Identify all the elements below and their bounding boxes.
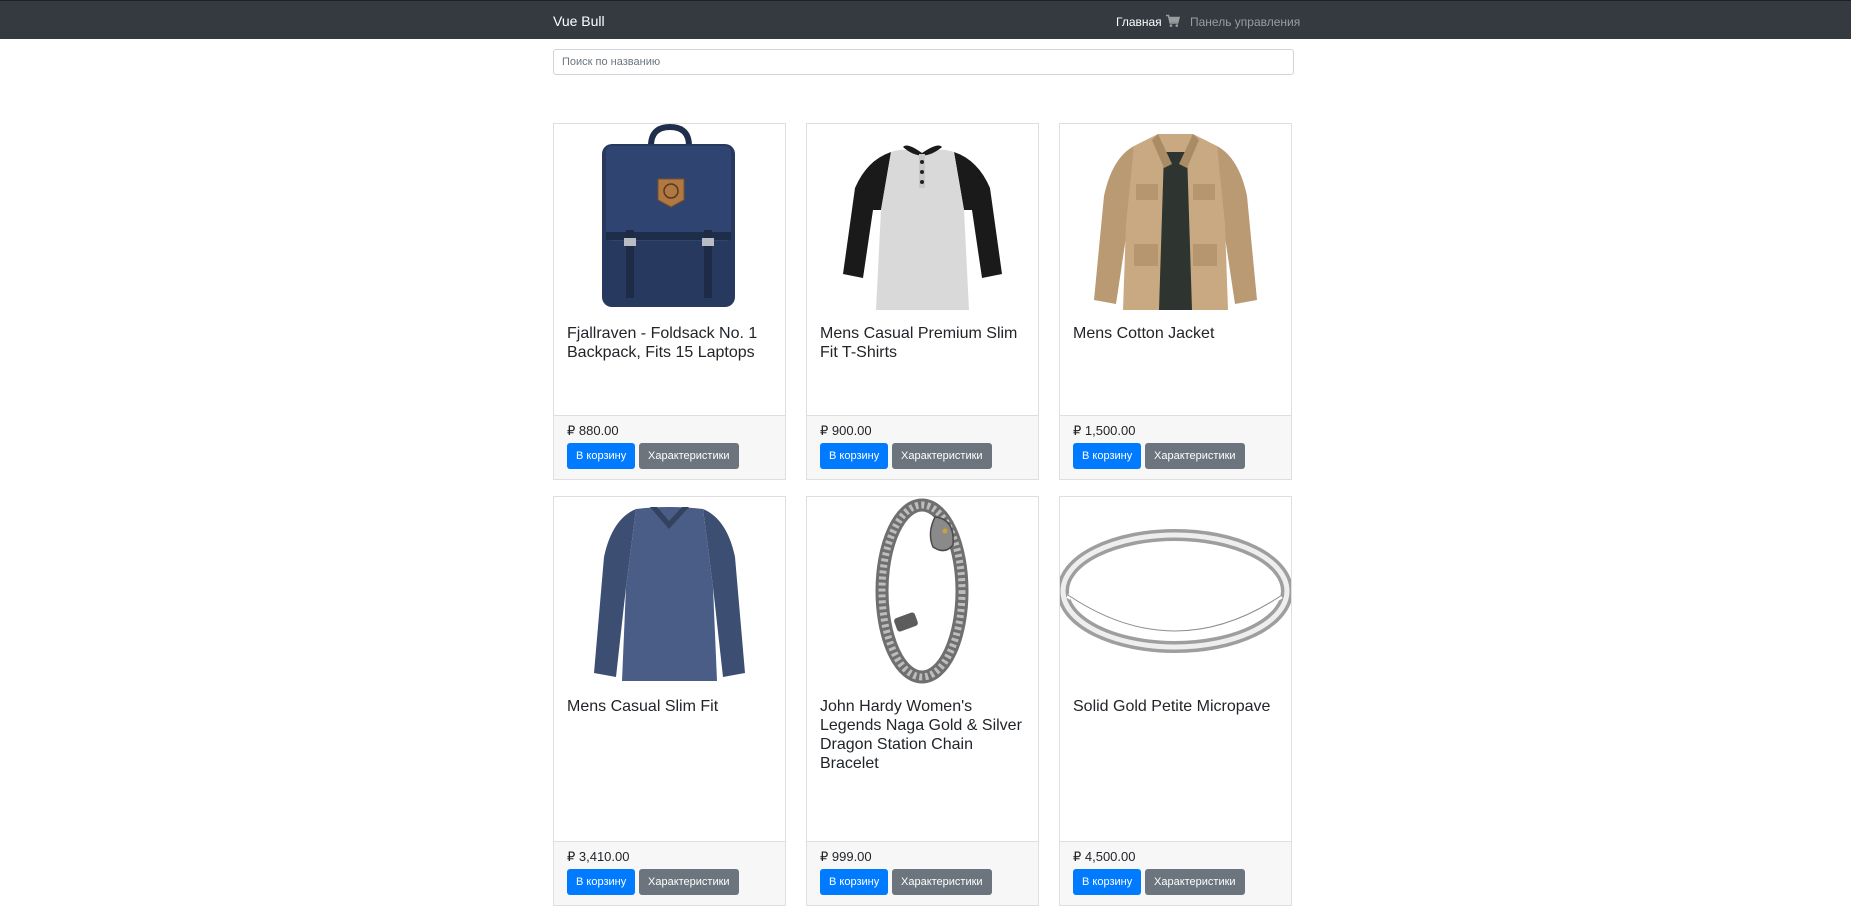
card-footer: ₽ 3,410.00 В корзину Характеристики (554, 841, 785, 905)
product-title[interactable]: Solid Gold Petite Micropave (1073, 697, 1279, 716)
nav-dashboard-link[interactable]: Панель управления (1190, 15, 1300, 29)
brand-link[interactable]: Vue Bull (553, 13, 605, 29)
add-to-cart-button[interactable]: В корзину (567, 443, 636, 469)
nav-home-link[interactable]: Главная (1116, 15, 1162, 29)
product-card: Mens Casual Slim Fit ₽ 3,410.00 В корзин… (553, 496, 786, 906)
card-footer: ₽ 999.00 В корзину Характеристики (807, 841, 1038, 905)
specifications-button[interactable]: Характеристики (892, 443, 992, 469)
add-to-cart-button[interactable]: В корзину (567, 869, 636, 895)
product-image[interactable] (807, 124, 1038, 312)
product-card: Mens Casual Premium Slim Fit T-Shirts ₽ … (806, 123, 1039, 480)
navbar: Vue Bull Главная Панель управления (0, 0, 1851, 39)
product-title[interactable]: John Hardy Women's Legends Naga Gold & S… (820, 697, 1026, 773)
card-footer: ₽ 4,500.00 В корзину Характеристики (1060, 841, 1291, 905)
product-price: ₽ 880.00 (567, 423, 619, 438)
add-to-cart-button[interactable]: В корзину (820, 869, 889, 895)
specifications-button[interactable]: Характеристики (639, 869, 739, 895)
product-card: Solid Gold Petite Micropave ₽ 4,500.00 В… (1059, 496, 1292, 906)
specifications-button[interactable]: Характеристики (1145, 443, 1245, 469)
specifications-button[interactable]: Характеристики (892, 869, 992, 895)
product-card: John Hardy Women's Legends Naga Gold & S… (806, 496, 1039, 906)
product-price: ₽ 4,500.00 (1073, 849, 1136, 864)
product-title[interactable]: Mens Cotton Jacket (1073, 324, 1279, 343)
product-image[interactable] (554, 497, 785, 685)
add-to-cart-button[interactable]: В корзину (820, 443, 889, 469)
product-card: Mens Cotton Jacket ₽ 1,500.00 В корзину … (1059, 123, 1292, 480)
add-to-cart-button[interactable]: В корзину (1073, 443, 1142, 469)
specifications-button[interactable]: Характеристики (639, 443, 739, 469)
product-price: ₽ 999.00 (820, 849, 872, 864)
card-footer: ₽ 900.00 В корзину Характеристики (807, 415, 1038, 479)
specifications-button[interactable]: Характеристики (1145, 869, 1245, 895)
shopping-cart-icon[interactable] (1166, 14, 1181, 28)
product-title[interactable]: Mens Casual Slim Fit (567, 697, 773, 716)
card-footer: ₽ 880.00 В корзину Характеристики (554, 415, 785, 479)
product-image[interactable] (807, 497, 1038, 685)
product-price: ₽ 900.00 (820, 423, 872, 438)
card-footer: ₽ 1,500.00 В корзину Характеристики (1060, 415, 1291, 479)
product-title[interactable]: Mens Casual Premium Slim Fit T-Shirts (820, 324, 1026, 362)
product-price: ₽ 1,500.00 (1073, 423, 1136, 438)
add-to-cart-button[interactable]: В корзину (1073, 869, 1142, 895)
product-card: Fjallraven - Foldsack No. 1 Backpack, Fi… (553, 123, 786, 480)
product-image[interactable] (554, 124, 785, 312)
product-price: ₽ 3,410.00 (567, 849, 630, 864)
product-image[interactable] (1060, 497, 1291, 685)
search-input[interactable] (553, 49, 1294, 75)
product-title[interactable]: Fjallraven - Foldsack No. 1 Backpack, Fi… (567, 324, 773, 362)
product-image[interactable] (1060, 124, 1291, 312)
